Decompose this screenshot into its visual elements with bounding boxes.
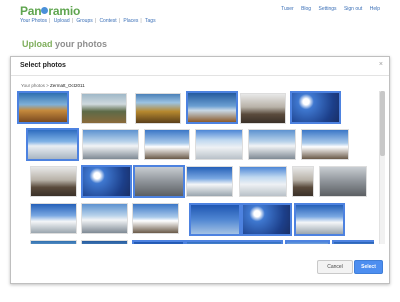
photo-thumbnail[interactable] [81,165,132,198]
photo-thumbnail[interactable] [240,93,286,124]
nav-your-photos[interactable]: Your Photos [20,18,47,24]
photo-thumbnail[interactable] [294,203,345,236]
photo-image [249,130,295,159]
photo-image [191,205,239,234]
photo-thumbnail[interactable] [186,91,238,124]
nav-tags[interactable]: Tags [145,18,156,24]
photo-thumbnail[interactable] [133,165,185,198]
photo-thumbnail[interactable] [332,240,374,244]
link-settings[interactable]: Settings [318,6,336,12]
photo-image [334,242,374,244]
photo-thumbnail[interactable] [195,129,243,160]
photo-image [293,167,313,196]
photo-thumbnail[interactable] [319,166,367,197]
photo-thumbnail[interactable] [301,129,349,160]
nav-places[interactable]: Places [123,18,138,24]
photo-thumbnail[interactable] [82,129,139,160]
photo-image [187,167,232,196]
cancel-button[interactable]: Cancel [317,260,353,274]
link-user[interactable]: Tuser [281,6,294,12]
dialog-footer: Cancel Select [11,251,389,283]
photo-image [28,130,77,159]
select-button[interactable]: Select [354,260,383,274]
photo-image [287,242,328,244]
photo-image [241,94,285,123]
photo-thumbnail[interactable] [81,93,127,124]
breadcrumb: Your photos > Zermatt_Oct2011 [21,83,85,88]
photo-image [320,167,366,196]
link-sign-out[interactable]: Sign out [344,6,362,12]
main-nav: Your Photos | Upload | Groups | Contest | Pl… [20,18,156,24]
photo-thumbnail[interactable] [290,91,341,124]
photo-image [83,167,130,196]
photo-image [188,93,236,122]
photo-image [82,94,126,123]
photo-image [83,130,138,159]
nav-upload[interactable]: Upload [54,18,70,24]
photo-thumbnail[interactable] [17,91,69,124]
photo-image [82,204,127,233]
breadcrumb-root[interactable]: Your photos [21,83,45,88]
photo-thumbnail[interactable] [132,240,185,244]
photo-image [296,205,343,234]
photo-thumbnail[interactable] [30,203,77,234]
photo-image [133,204,178,233]
scroll-thumb[interactable] [380,91,385,156]
photo-thumbnail[interactable] [285,240,330,244]
photo-thumbnail[interactable] [26,128,79,161]
photo-image [31,167,76,196]
link-blog[interactable]: Blog [301,6,311,12]
photo-thumbnail[interactable] [144,129,190,160]
photo-thumbnail[interactable] [239,166,287,197]
photo-image [19,93,67,122]
photo-thumbnail[interactable] [189,203,241,236]
close-icon[interactable]: × [379,61,383,68]
photo-image [292,93,339,122]
photo-thumbnail[interactable] [241,203,292,236]
page-title: Upload your photos [22,39,107,49]
select-photos-dialog: Select photos × Your photos > Zermatt_Oc… [10,56,390,284]
dialog-title: Select photos [20,62,66,69]
breadcrumb-current: Zermatt_Oct2011 [50,83,85,88]
dialog-header: Select photos × [11,57,389,76]
photo-thumbnail[interactable] [30,166,77,197]
photo-image [136,94,180,123]
nav-contest[interactable]: Contest [99,18,116,24]
photo-thumbnail[interactable] [81,203,128,234]
top-bar: Pan ramio Your Photos | Upload | Groups | Co… [0,0,400,30]
photo-image [187,242,281,244]
photo-image [145,130,189,159]
scrollbar[interactable] [379,91,385,244]
photo-image [134,242,183,244]
panoramio-logo[interactable]: Pan ramio [20,4,80,18]
photo-thumbnail[interactable] [132,203,179,234]
photo-thumbnail[interactable] [135,93,181,124]
photo-image [82,241,127,244]
photo-thumbnail[interactable] [186,166,233,197]
photo-image [243,205,290,234]
nav-groups[interactable]: Groups [76,18,92,24]
link-help[interactable]: Help [370,6,380,12]
photo-thumbnail[interactable] [292,166,314,197]
photo-image [196,130,242,159]
photo-image [31,241,76,244]
photo-thumbnail[interactable] [185,240,283,244]
photo-image [135,167,183,196]
photo-thumbnail[interactable] [30,240,77,244]
photo-thumbnail[interactable] [248,129,296,160]
photo-image [240,167,286,196]
photo-image [31,204,76,233]
account-links: Tuser Blog Settings Sign out Help [281,6,380,12]
photo-thumbnail[interactable] [81,240,128,244]
photo-grid [17,91,374,244]
photo-image [302,130,348,159]
